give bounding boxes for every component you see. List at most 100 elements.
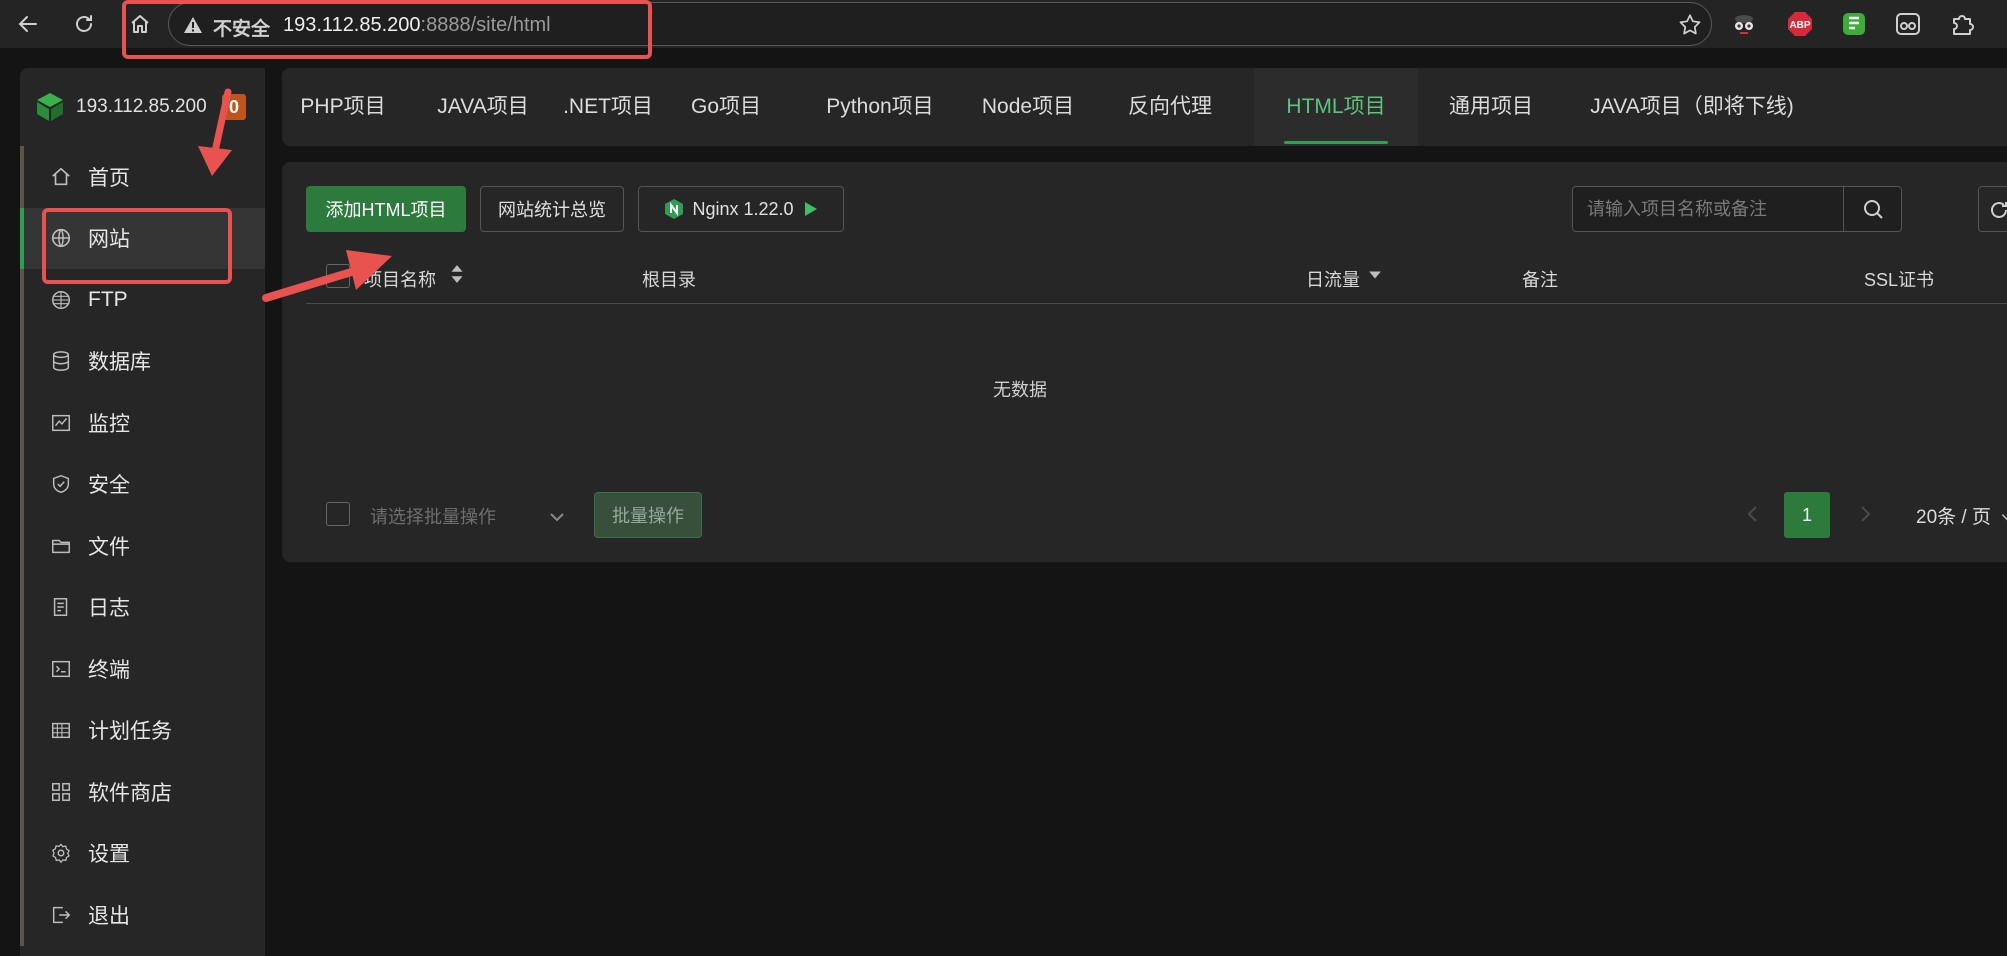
sort-desc-icon[interactable] (1368, 270, 1382, 280)
refresh-button[interactable] (1978, 186, 2007, 232)
page-number-current[interactable]: 1 (1784, 492, 1830, 538)
apps-icon (52, 782, 70, 801)
log-icon (53, 598, 68, 617)
sort-icon[interactable] (450, 264, 464, 284)
col-ssl-cert: SSL证书 (1864, 270, 1935, 290)
abp-label: ABP (1789, 20, 1810, 31)
search-icon (1863, 200, 1883, 219)
panel-app: 193.112.85.200 0 首页网站 FTP 数据库监控安全文件 日志终端计划任… (0, 48, 2007, 956)
col-daily-traffic-label: 日流量 (1306, 270, 1360, 290)
bookmark-star-icon[interactable] (1677, 12, 1703, 38)
warning-icon (184, 17, 202, 33)
folder-icon (52, 539, 70, 553)
table-header: 项目名称 根目录 日流量 备注 SSL证书 (306, 248, 2007, 304)
tab-9[interactable]: JAVA项目（即将下线) (1568, 68, 1816, 146)
site-stats-button[interactable]: 网站统计总览 (480, 186, 624, 232)
sidebar-item-gear[interactable]: 设置 (20, 822, 265, 885)
sidebar-item-shield[interactable]: 安全 (20, 453, 265, 516)
url-text: 193.112.85.200:8888/site/html (283, 14, 551, 37)
ftp-globe-icon (52, 290, 70, 309)
empty-state: 无数据 (993, 380, 1047, 400)
sidebar-item-home[interactable]: 首页 (20, 146, 265, 208)
page-size-select[interactable]: 20条 / 页 (1916, 502, 2007, 529)
monitor-icon (52, 414, 70, 431)
notification-badge[interactable]: 0 (222, 94, 246, 120)
globe-icon (51, 229, 71, 248)
server-logo-icon (37, 93, 63, 121)
sidebar-menu: 首页网站 FTP 数据库监控安全文件 日志终端计划任务软件商店设置退出 (20, 146, 265, 946)
reader-extension-icon[interactable] (1894, 10, 1922, 38)
sidebar-item-terminal[interactable]: 终端 (20, 638, 265, 700)
server-host: 193.112.85.200 (36, 82, 207, 132)
tab-3[interactable]: Go项目 (666, 68, 786, 146)
sidebar-item-monitor[interactable]: 监控 (20, 392, 265, 454)
sidebar-item-ftp-globe[interactable]: FTP (20, 269, 265, 331)
select-all-checkbox[interactable] (326, 264, 350, 288)
logout-icon (52, 906, 71, 923)
add-html-project-button[interactable]: 添加HTML项目 (306, 186, 466, 232)
tab-0[interactable]: PHP项目 (292, 68, 394, 146)
col-remark: 备注 (1522, 270, 1558, 290)
shield-icon (52, 475, 70, 494)
sidebar-item-apps[interactable]: 软件商店 (20, 761, 265, 823)
refresh-icon (1991, 202, 2007, 218)
nginx-status-button[interactable]: Nginx 1.22.0 (638, 186, 844, 232)
browser-toolbar: 不安全 193.112.85.200:8888/site/html ABP (0, 0, 2007, 48)
gear-icon (52, 843, 70, 864)
col-daily-traffic[interactable]: 日流量 (1306, 266, 1381, 292)
tab-7[interactable]: HTML项目 (1254, 68, 1418, 146)
spy-extension-icon[interactable] (1730, 10, 1758, 38)
project-search (1572, 186, 1902, 232)
project-panel: 添加HTML项目 网站统计总览 Nginx 1.22.0 项目名称 根目录 (282, 162, 2007, 562)
chevron-down-icon (550, 513, 564, 522)
home-icon (52, 167, 70, 185)
prev-page-icon[interactable] (1742, 503, 1764, 525)
address-bar[interactable]: 不安全 193.112.85.200:8888/site/html (168, 2, 1712, 46)
tab-6[interactable]: 反向代理 (1102, 68, 1238, 146)
col-project-name-label: 项目名称 (364, 270, 436, 290)
batch-action-button[interactable]: 批量操作 (594, 492, 702, 538)
home-outline-icon (131, 15, 149, 33)
project-tabs: PHP项目 JAVA项目 .NET项目 Go项目 Python项目 Node项目 反向代理 H… (282, 68, 2007, 146)
sidebar-item-label: 软件商店 (88, 781, 172, 805)
sidebar-item-label: 数据库 (88, 351, 151, 375)
next-page-icon[interactable] (1854, 503, 1876, 525)
sidebar-item-label: 退出 (88, 904, 130, 928)
home-button[interactable] (124, 8, 156, 40)
col-project-name[interactable]: 项目名称 (364, 265, 463, 292)
play-icon (804, 202, 817, 216)
sidebar-item-label: 安全 (88, 474, 130, 498)
back-button[interactable] (12, 8, 44, 40)
footer-select-checkbox[interactable] (326, 502, 350, 526)
reload-button[interactable] (68, 8, 100, 40)
tab-2[interactable]: .NET项目 (542, 68, 674, 146)
sidebar-item-label: 终端 (88, 658, 130, 682)
sidebar-item-label: 监控 (88, 412, 130, 436)
sidebar-item-folder[interactable]: 文件 (20, 515, 265, 577)
sidebar-item-label: 计划任务 (88, 720, 172, 744)
calendar-icon (52, 723, 70, 739)
sidebar: 193.112.85.200 0 首页网站 FTP 数据库监控安全文件 日志终端计划任… (20, 68, 265, 956)
sidebar-item-database[interactable]: 数据库 (20, 330, 265, 393)
tab-8[interactable]: 通用项目 (1422, 68, 1560, 146)
security-label: 不安全 (213, 19, 271, 40)
sidebar-item-calendar[interactable]: 计划任务 (20, 699, 265, 762)
back-arrow-icon (18, 16, 37, 32)
grammar-extension-icon[interactable] (1840, 10, 1868, 38)
sidebar-item-label: 网站 (88, 228, 130, 252)
tab-1[interactable]: JAVA项目 (420, 68, 546, 146)
adblock-plus-icon[interactable]: ABP (1786, 10, 1814, 38)
sidebar-item-globe[interactable]: 网站 (20, 207, 265, 269)
sidebar-item-logout[interactable]: 退出 (20, 884, 265, 946)
batch-action-placeholder: 请选择批量操作 (370, 507, 496, 527)
tab-4[interactable]: Python项目 (796, 68, 964, 146)
nginx-icon (665, 199, 684, 219)
server-host-label: 193.112.85.200 (76, 96, 207, 117)
tab-5[interactable]: Node项目 (958, 68, 1098, 146)
batch-action-select[interactable]: 请选择批量操作 (370, 496, 570, 536)
search-button[interactable] (1843, 187, 1901, 231)
terminal-icon (52, 660, 70, 677)
page-size-label: 20条 / 页 (1916, 507, 1991, 528)
puzzle-extensions-icon[interactable] (1948, 10, 1976, 38)
sidebar-item-log[interactable]: 日志 (20, 576, 265, 639)
